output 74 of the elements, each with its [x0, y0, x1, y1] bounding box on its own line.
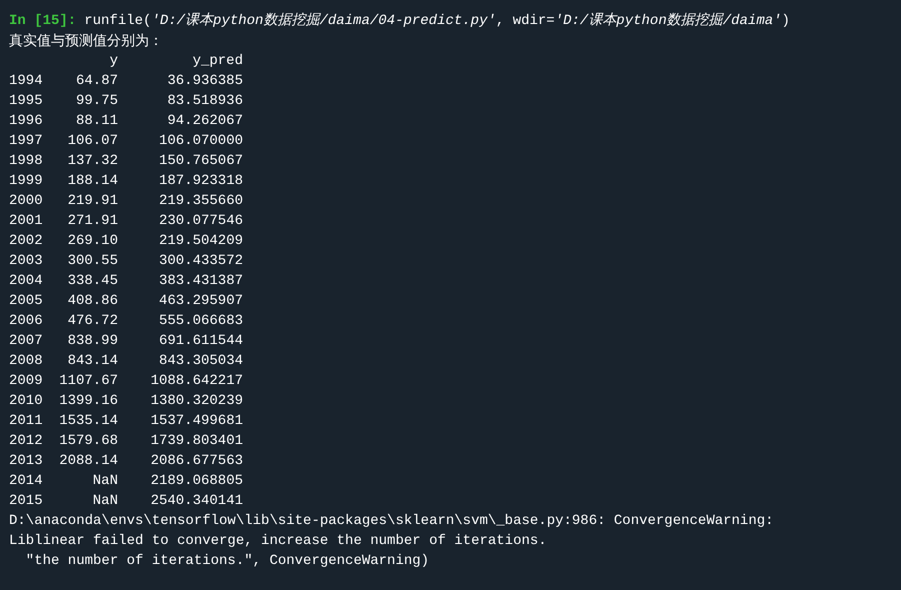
- table-cell-text: 188.14: [66, 172, 118, 191]
- table-cell-text: 2086.677563: [150, 452, 243, 471]
- row-index: 2003: [9, 252, 44, 271]
- table-cell-text: 691.611544: [158, 332, 243, 351]
- row-index: 1995: [9, 92, 44, 111]
- row-index: 2000: [9, 192, 44, 211]
- table-cell-text: 338.45: [66, 272, 118, 291]
- table-cell-text: 1107.67: [58, 372, 118, 391]
- row-index: 2009: [9, 372, 44, 391]
- table-cell-text: 555.066683: [158, 312, 243, 331]
- table-cell-text: 838.99: [66, 332, 118, 351]
- output-text: 真实值与预测值分别为：: [9, 32, 163, 51]
- table-cell-text: 300.433572: [158, 252, 243, 271]
- row-index: 2007: [9, 332, 44, 351]
- warning-text: Liblinear failed to converge, increase the number of iterations.: [9, 532, 547, 551]
- table-cell-text: 2189.068805: [150, 472, 243, 491]
- column-header: y: [108, 52, 118, 71]
- table-cell-text: 1380.320239: [150, 392, 243, 411]
- table-cell-text: 1579.68: [58, 432, 118, 451]
- row-index: 2015: [9, 492, 44, 511]
- table-cell-text: 150.765067: [158, 152, 243, 171]
- row-index: 2008: [9, 352, 44, 371]
- column-header: y_pred: [192, 52, 243, 71]
- table-cell-text: 137.32: [66, 152, 118, 171]
- row-index: 1997: [9, 132, 44, 151]
- row-index: 2002: [9, 232, 44, 251]
- table-cell-text: 2540.340141: [150, 492, 243, 511]
- table-cell-text: 187.923318: [158, 172, 243, 191]
- row-index: 2012: [9, 432, 44, 451]
- table-cell-text: 99.75: [74, 92, 118, 111]
- row-index: 1999: [9, 172, 44, 191]
- command-text: runfile('D:/课本python数据挖掘/daima/04-predict.py', wdir='D:/课本python数据挖掘/daima'): [84, 12, 790, 31]
- table-cell-text: 843.305034: [158, 352, 243, 371]
- row-index: 2005: [9, 292, 44, 311]
- row-index: 2011: [9, 412, 44, 431]
- table-cell-text: 1399.16: [58, 392, 118, 411]
- table-cell-text: 1739.803401: [150, 432, 243, 451]
- table-cell-text: 476.72: [66, 312, 118, 331]
- warning-text: "the number of iterations.", ConvergenceWarning): [24, 552, 430, 571]
- warning-text: D:\anaconda\envs\tensorflow\lib\site-packages\sklearn\svm\_base.py:986: ConvergenceWarning:: [9, 512, 774, 531]
- table-cell-text: NaN: [92, 492, 118, 511]
- table-cell-text: 106.070000: [158, 132, 243, 151]
- table-cell-text: 219.355660: [158, 192, 243, 211]
- table-cell-text: 106.07: [66, 132, 118, 151]
- table-cell-text: 843.14: [66, 352, 118, 371]
- table-cell-text: 219.504209: [158, 232, 243, 251]
- table-cell-text: 219.91: [66, 192, 118, 211]
- table-cell-text: 1535.14: [58, 412, 118, 431]
- table-cell-text: 463.295907: [158, 292, 243, 311]
- table-cell-text: 94.262067: [166, 112, 243, 131]
- input-prompt: In [15]:: [9, 12, 76, 31]
- table-cell-text: 230.077546: [158, 212, 243, 231]
- row-index: 2014: [9, 472, 44, 491]
- table-cell-text: 83.518936: [166, 92, 243, 111]
- table-cell-text: 2088.14: [58, 452, 118, 471]
- row-index: 2010: [9, 392, 44, 411]
- row-index: 2004: [9, 272, 44, 291]
- table-cell-text: 383.431387: [158, 272, 243, 291]
- table-cell-text: 408.86: [66, 292, 118, 311]
- table-cell-text: 1537.499681: [150, 412, 243, 431]
- table-cell-text: 269.10: [66, 232, 118, 251]
- table-cell-text: 271.91: [66, 212, 118, 231]
- table-cell-text: 88.11: [74, 112, 118, 131]
- table-cell-text: 300.55: [66, 252, 118, 271]
- row-index: 1994: [9, 72, 44, 91]
- table-cell-text: 1088.642217: [150, 372, 243, 391]
- row-index: 2013: [9, 452, 44, 471]
- row-index: 1998: [9, 152, 44, 171]
- row-index: 2001: [9, 212, 44, 231]
- row-index: 2006: [9, 312, 44, 331]
- table-cell-text: 64.87: [74, 72, 118, 91]
- table-cell-text: NaN: [92, 472, 118, 491]
- table-cell-text: 36.936385: [166, 72, 243, 91]
- row-index: 1996: [9, 112, 44, 131]
